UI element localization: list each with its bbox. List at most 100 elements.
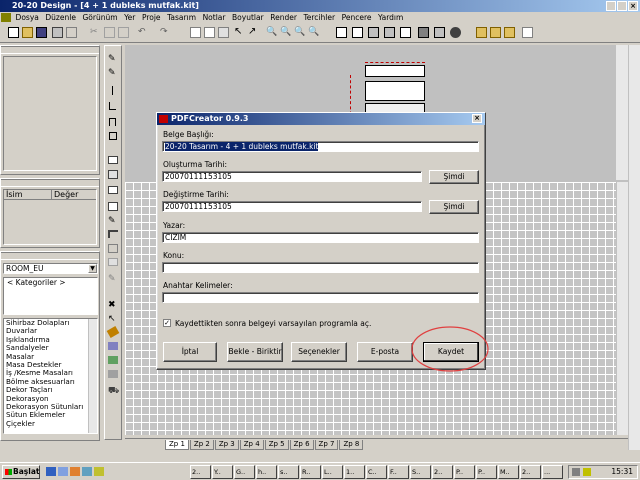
task-button-12[interactable]: 2.. (432, 465, 453, 479)
chevron-down-icon[interactable]: ▼ (88, 264, 97, 273)
pencil2-icon[interactable]: ✎ (108, 68, 116, 78)
menu-boyutlar[interactable]: Boyutlar (232, 13, 264, 22)
layout-icon[interactable] (190, 27, 201, 38)
tab-zp5[interactable]: Zp 5 (264, 440, 289, 450)
redo-icon[interactable]: ↷ (160, 27, 171, 38)
plant-icon[interactable] (108, 356, 118, 364)
material-icon[interactable] (108, 342, 118, 350)
menu-yardim[interactable]: Yardım (378, 13, 403, 22)
task-button-17[interactable]: ... (542, 465, 563, 479)
category-header[interactable]: < Kategoriler > (4, 278, 97, 287)
maximize-icon[interactable] (617, 1, 627, 11)
doc-title-input[interactable]: 20-20 Tasarım - 4 + 1 dubleks mutfak.kit (162, 141, 479, 152)
object-icon[interactable] (108, 370, 118, 378)
cart-icon[interactable]: ⛟ (108, 386, 119, 397)
frame-icon[interactable] (108, 244, 118, 253)
rect-icon[interactable] (109, 132, 117, 140)
quicklaunch-media-icon[interactable] (70, 467, 80, 476)
menu-render[interactable]: Render (270, 13, 297, 22)
task-button-11[interactable]: S.. (410, 465, 431, 479)
tab-zp8[interactable]: Zp 8 (339, 440, 364, 450)
cabinet-icon[interactable] (108, 156, 118, 164)
layout2-icon[interactable] (204, 27, 215, 38)
zoom-fit-icon[interactable]: 🔍 (308, 27, 319, 38)
folder-c-icon[interactable] (504, 27, 515, 38)
arrow-tool-icon[interactable]: ↖ (108, 314, 116, 324)
line-icon[interactable] (112, 86, 113, 95)
undo-icon[interactable]: ↶ (138, 27, 149, 38)
elevation-view-icon[interactable] (352, 27, 363, 38)
minimize-icon[interactable] (606, 1, 616, 11)
menu-yer[interactable]: Yer (124, 13, 135, 22)
camera-icon[interactable] (418, 27, 429, 38)
print-icon[interactable] (52, 27, 63, 38)
wrench-icon[interactable]: ✎ (108, 216, 116, 226)
task-button-1[interactable]: 2.. (190, 465, 211, 479)
start-button[interactable]: Başlat (2, 465, 40, 479)
zoom-out-icon[interactable]: 🔍 (294, 27, 305, 38)
pointer-icon[interactable]: ↖ (234, 27, 245, 38)
plan-view-icon[interactable] (336, 27, 347, 38)
list-item[interactable]: Çiçekler (6, 419, 97, 428)
category-tree[interactable]: < Kategoriler > (3, 277, 98, 315)
save-icon[interactable] (36, 27, 47, 38)
quicklaunch-folder-icon[interactable] (94, 467, 104, 476)
catalog-list[interactable]: Sihirbaz Dolapları Duvarlar Işıklandırma… (3, 318, 98, 434)
preview-icon[interactable] (66, 27, 77, 38)
task-button-8[interactable]: 1.. (344, 465, 365, 479)
task-button-2[interactable]: Y.. (212, 465, 233, 479)
subject-input[interactable] (162, 262, 479, 273)
menu-proje[interactable]: Proje (142, 13, 161, 22)
wait-collect-button[interactable]: Bekle - Biriktir (227, 342, 283, 362)
menu-gorunum[interactable]: Görünüm (82, 13, 117, 22)
tab-zp7[interactable]: Zp 7 (314, 440, 339, 450)
task-button-13[interactable]: P.. (454, 465, 475, 479)
modified-input[interactable]: 20070111153105 (162, 201, 422, 212)
email-button[interactable]: E-posta (357, 342, 413, 362)
window-icon[interactable] (108, 186, 118, 194)
menu-tasarim[interactable]: Tasarım (167, 13, 196, 22)
keywords-input[interactable] (162, 292, 479, 303)
created-input[interactable]: 20070111153105 (162, 171, 422, 182)
tab-zp2[interactable]: Zp 2 (189, 440, 214, 450)
tray-volume-icon[interactable] (583, 468, 591, 476)
catalog-icon[interactable] (522, 27, 533, 38)
menu-pencere[interactable]: Pencere (342, 13, 372, 22)
cancel-button[interactable]: İptal (163, 342, 217, 362)
tab-zp6[interactable]: Zp 6 (289, 440, 314, 450)
save-default-checkbox[interactable]: ✓ (163, 319, 171, 327)
task-button-9[interactable]: C.. (366, 465, 387, 479)
room-select[interactable]: ROOM_EU ▼ (3, 263, 98, 274)
task-button-6[interactable]: R.. (300, 465, 321, 479)
close-icon[interactable]: × (472, 114, 482, 123)
modified-now-button[interactable]: Şimdi (429, 200, 479, 214)
folder-a-icon[interactable] (476, 27, 487, 38)
grid-icon[interactable] (218, 27, 229, 38)
task-button-14[interactable]: P.. (476, 465, 497, 479)
elevation-scrollbar[interactable] (616, 45, 628, 180)
paste-icon[interactable] (118, 27, 129, 38)
catalog-scrollbar[interactable] (88, 319, 97, 433)
plan-scrollbar[interactable] (616, 182, 628, 435)
task-button-16[interactable]: 2.. (520, 465, 541, 479)
perspective-icon[interactable] (384, 27, 395, 38)
new-file-icon[interactable] (8, 27, 19, 38)
tools-icon[interactable]: ✖ (108, 300, 116, 310)
cut-icon[interactable]: ✂ (90, 27, 101, 38)
main-vertical-scrollbar[interactable] (628, 45, 640, 450)
door-icon[interactable] (108, 170, 118, 179)
render-icon[interactable] (400, 27, 411, 38)
options-button[interactable]: Seçenekler (291, 342, 347, 362)
menu-notlar[interactable]: Notlar (203, 13, 226, 22)
app-icon[interactable] (1, 13, 11, 22)
open-folder-icon[interactable] (22, 27, 33, 38)
folder-b-icon[interactable] (490, 27, 501, 38)
tab-zp3[interactable]: Zp 3 (214, 440, 239, 450)
author-input[interactable]: CIZIM (162, 232, 479, 243)
task-button-3[interactable]: G.. (234, 465, 255, 479)
quicklaunch-mail-icon[interactable] (82, 467, 92, 476)
menu-duzenle[interactable]: Düzenle (45, 13, 76, 22)
task-button-5[interactable]: s.. (278, 465, 299, 479)
menu-dosya[interactable]: Dosya (16, 13, 39, 22)
save-default-label[interactable]: Kaydettikten sonra belgeyi varsayılan pr… (175, 319, 371, 328)
